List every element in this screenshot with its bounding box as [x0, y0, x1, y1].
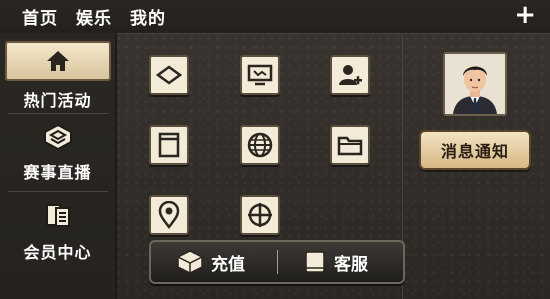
top-nav-bar: 首页 娱乐 我的 + — [0, 0, 550, 34]
customer-service-button[interactable]: 客服 — [304, 242, 368, 282]
sidebar-item-member-center[interactable]: 会员中心 — [4, 197, 111, 263]
nav-home[interactable]: 首页 — [22, 4, 58, 29]
sidebar-divider — [8, 113, 108, 114]
recharge-button[interactable]: 充值 — [177, 242, 245, 282]
avatar[interactable] — [443, 52, 507, 116]
notification-button[interactable]: 消息通知 — [419, 130, 531, 170]
home-icon — [4, 41, 111, 81]
nav-mine[interactable]: 我的 — [130, 4, 166, 29]
sidebar-item-hot-events[interactable]: 热门活动 — [4, 41, 111, 111]
top-nav: 首页 娱乐 我的 — [22, 4, 166, 29]
nav-entertainment[interactable]: 娱乐 — [76, 4, 112, 29]
sidebar-item-label: 赛事直播 — [23, 163, 92, 182]
plus-icon[interactable]: + — [514, 2, 536, 28]
bottom-bar-separator — [277, 250, 278, 274]
box-icon — [177, 250, 203, 274]
sidebar-item-live-matches[interactable]: 赛事直播 — [4, 119, 111, 183]
globe-icon[interactable] — [240, 125, 280, 165]
diamond-icon[interactable] — [149, 55, 189, 95]
layers-icon — [4, 119, 111, 155]
app-frame: 首页 娱乐 我的 + 热门活动 赛事直播 会员中心 消息通知 充值 客服 — [0, 0, 550, 299]
folder-icon[interactable] — [330, 125, 370, 165]
recharge-label: 充值 — [211, 254, 245, 275]
document-icon — [4, 197, 111, 233]
location-pin-icon[interactable] — [149, 195, 189, 235]
monitor-icon[interactable] — [240, 55, 280, 95]
add-user-icon[interactable] — [330, 55, 370, 95]
sidebar-item-label: 会员中心 — [23, 243, 92, 262]
sidebar: 热门活动 赛事直播 会员中心 — [0, 33, 117, 299]
bottom-action-bar: 充值 客服 — [149, 240, 405, 284]
window-icon[interactable] — [149, 125, 189, 165]
service-label: 客服 — [334, 254, 368, 275]
sidebar-divider — [8, 191, 108, 192]
sidebar-item-label: 热门活动 — [23, 91, 92, 110]
crosshair-icon[interactable] — [240, 195, 280, 235]
book-icon — [304, 250, 326, 274]
